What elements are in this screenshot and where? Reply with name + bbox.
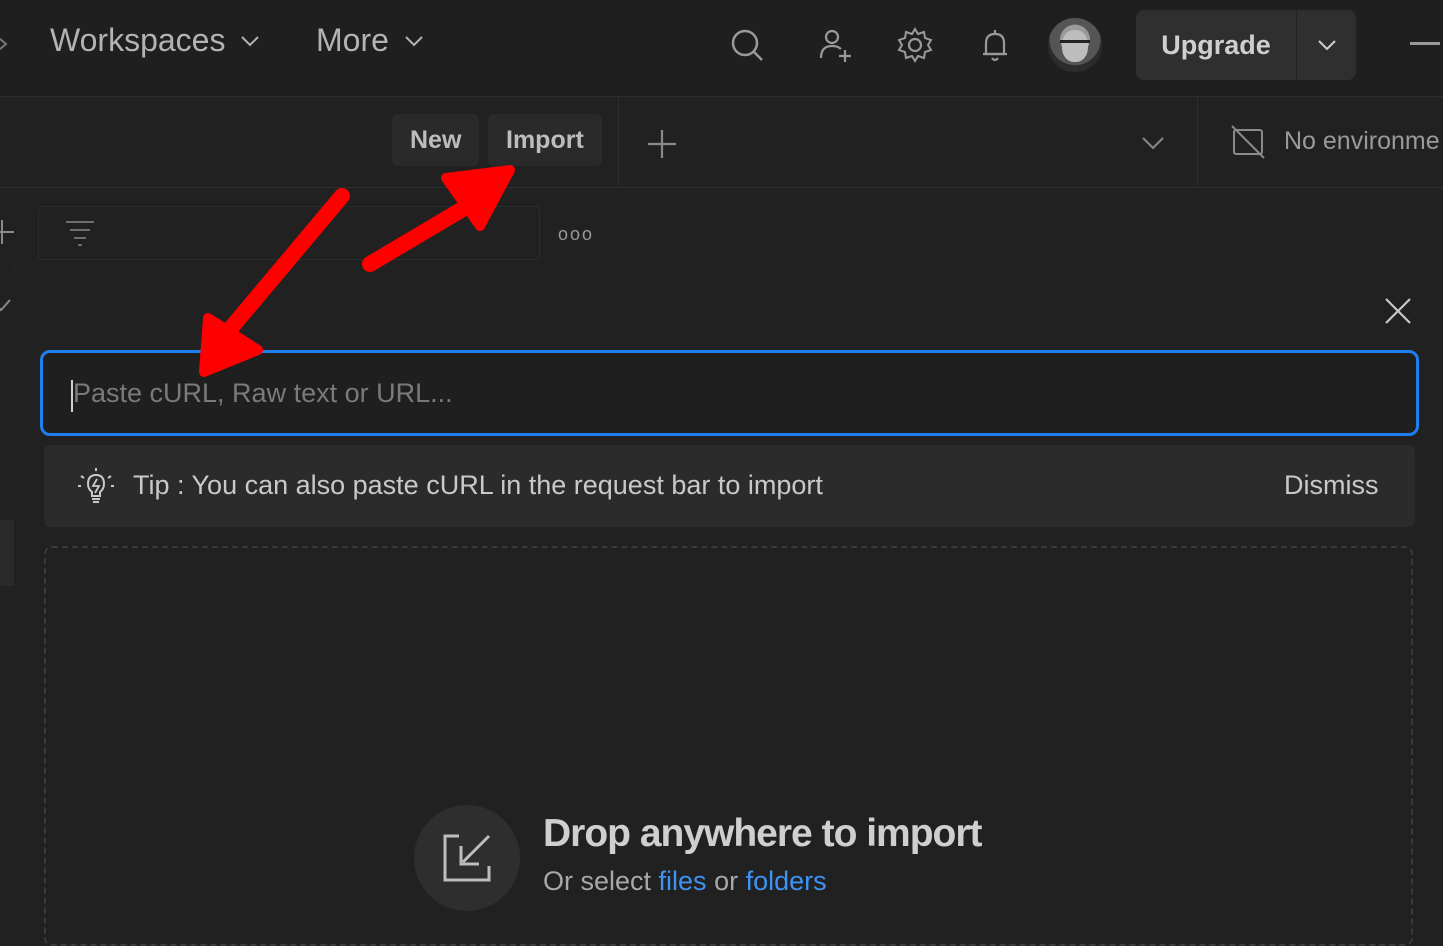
import-url-input[interactable] [43,353,1416,433]
drop-subtitle: Or select files or folders [543,866,827,897]
upgrade-options-button[interactable] [1297,10,1356,80]
avatar[interactable] [1048,18,1102,72]
plus-icon[interactable] [0,216,18,248]
drop-sub-middle: or [714,866,739,896]
chevron-down-icon [1317,40,1336,51]
tabs-chevron-down-icon[interactable] [1138,128,1168,158]
no-environment-icon [1228,122,1268,162]
search-icon[interactable] [724,22,770,68]
import-input-container [40,350,1419,436]
back-arrow-icon[interactable] [0,32,12,56]
sidebar-edge [0,262,15,935]
lightbulb-icon [76,466,116,506]
more-options-icon[interactable]: ooo [558,224,594,245]
select-folders-link[interactable]: folders [746,866,827,896]
chevron-down-icon [405,35,423,46]
environment-selector[interactable]: No environme [1284,127,1440,156]
divider [618,97,619,187]
drop-title: Drop anywhere to import [543,812,983,855]
sidebar-filter-input[interactable] [38,206,540,260]
settings-icon[interactable] [892,22,938,68]
text-cursor [71,380,73,412]
divider [1197,97,1198,187]
minimize-icon[interactable] [1410,42,1440,45]
upgrade-button[interactable]: Upgrade [1136,10,1296,80]
new-tab-plus-icon[interactable] [640,122,684,166]
sidebar-selected-item[interactable] [0,520,14,586]
workspaces-label: Workspaces [50,22,226,58]
drop-sub-prefix: Or select [543,866,652,896]
close-icon[interactable] [1380,293,1416,329]
more-label: More [316,22,389,58]
sub-bar: New Import [0,97,1443,188]
tip-text: Tip : You can also paste cURL in the req… [133,470,823,500]
chevron-down-icon [241,35,260,46]
top-bar: Workspaces More Upgrade [0,0,1443,97]
more-menu[interactable]: More [316,22,425,59]
new-button[interactable]: New [392,114,480,166]
upgrade-button-group: Upgrade [1136,10,1356,80]
filter-icon [62,214,98,250]
import-file-icon [414,805,520,911]
workspaces-menu[interactable]: Workspaces [50,22,261,59]
import-button[interactable]: Import [488,114,602,166]
invite-user-icon[interactable] [812,22,858,68]
dismiss-button[interactable]: Dismiss [1284,470,1379,501]
notifications-icon[interactable] [972,22,1018,68]
select-files-link[interactable]: files [659,866,707,896]
